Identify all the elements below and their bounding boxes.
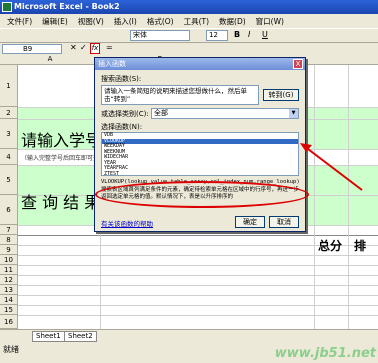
ok-button[interactable]: 确定 [235,216,265,228]
gridline [18,295,378,296]
status-bar: 就绪 www.jb51.net [0,343,378,363]
gridline [314,65,315,329]
function-list[interactable]: VDB VLOOKUP WEEKDAY WEEKNUM WIDECHAR YEA… [101,132,299,176]
row-header[interactable]: 3 [0,119,18,149]
category-value: 全部 [154,109,168,117]
sheet-tab[interactable]: Sheet2 [64,331,97,342]
category-label: 或选择类别(C): [101,110,149,118]
insert-function-button[interactable]: fx [90,43,100,54]
function-list-label: 选择函数(N): [101,123,143,131]
row-header[interactable]: 5 [0,165,18,195]
underline-button[interactable]: U [262,30,268,39]
sheet-tab-bar: Sheet1 Sheet2 [0,329,378,343]
gridline [18,255,378,256]
highlight-ellipse [95,181,309,208]
status-text: 就绪 [3,345,19,354]
enter-icon[interactable]: ✓ [80,43,87,52]
gridline [18,265,378,266]
menu-tools[interactable]: 工具(T) [179,16,214,27]
formatting-toolbar: 宋体 12 B I U [0,28,378,42]
row-header[interactable]: 4 [0,149,18,165]
menu-insert[interactable]: 插入(I) [109,16,142,27]
row-header[interactable]: 8 [0,235,18,245]
gridline [348,65,349,329]
close-icon[interactable]: X [293,59,303,69]
row-header[interactable]: 2 [0,107,18,119]
window-title: Microsoft Excel - Book2 [14,2,120,11]
rank-header: 排 [354,239,367,253]
font-size-select[interactable]: 12 [206,30,228,41]
gridline [18,275,378,276]
gridline [18,305,378,306]
menu-file[interactable]: 文件(F) [2,16,37,27]
goto-button[interactable]: 转到(G) [263,89,299,101]
row-header[interactable]: 10 [0,255,18,265]
italic-button[interactable]: I [248,30,250,39]
menu-window[interactable]: 窗口(W) [251,16,289,27]
chevron-down-icon[interactable]: ▼ [289,109,298,118]
font-select[interactable]: 宋体 [130,30,190,41]
row-header[interactable]: 13 [0,285,18,295]
dialog-title-bar: 插入函数 X [95,58,305,70]
formula-content[interactable]: = [106,43,113,52]
result-title: 查 询 结 果 [21,193,101,212]
name-box[interactable]: B9 [2,44,62,54]
row-header[interactable]: 9 [0,245,18,255]
menu-bar: 文件(F) 编辑(E) 视图(V) 插入(I) 格式(O) 工具(T) 数据(D… [0,14,378,28]
menu-view[interactable]: 视图(V) [73,16,109,27]
dialog-title: 插入函数 [98,60,126,68]
cancel-icon[interactable]: ✕ [70,43,77,52]
search-label: 搜索函数(S): [101,75,142,83]
gridline [18,285,378,286]
gridline [18,315,378,316]
category-select[interactable]: 全部 ▼ [151,108,299,119]
function-help-link[interactable]: 有关该函数的帮助 [101,218,153,228]
menu-edit[interactable]: 编辑(E) [37,16,73,27]
cancel-button[interactable]: 取消 [269,216,299,228]
row-header[interactable]: 11 [0,265,18,275]
column-header[interactable]: A [40,55,60,63]
row-header[interactable]: 7 [0,225,18,235]
row-header[interactable]: 15 [0,305,18,315]
excel-icon [2,2,12,12]
function-item[interactable]: ZTEST [102,171,298,178]
bold-button[interactable]: B [234,30,240,39]
student-id-prompt: 请输入学号 [21,131,102,150]
gridline [18,235,378,236]
formula-bar: B9 ✕ ✓ fx = [0,42,378,55]
sheet-tab[interactable]: Sheet1 [32,331,65,342]
row-header[interactable]: 6 [0,195,18,225]
menu-format[interactable]: 格式(O) [142,16,179,27]
menu-data[interactable]: 数据(D) [214,16,251,27]
title-bar: Microsoft Excel - Book2 [0,0,378,14]
row-header[interactable]: 16 [0,315,18,329]
watermark: www.jb51.net [274,346,376,361]
row-header[interactable]: 1 [0,65,18,107]
row-header[interactable]: 12 [0,275,18,285]
function-search-input[interactable]: 请输入一条简短的说明来描述您想做什么，然后单击“转到” [101,85,259,105]
row-header[interactable]: 14 [0,295,18,305]
total-score-header: 总分 [318,239,343,253]
